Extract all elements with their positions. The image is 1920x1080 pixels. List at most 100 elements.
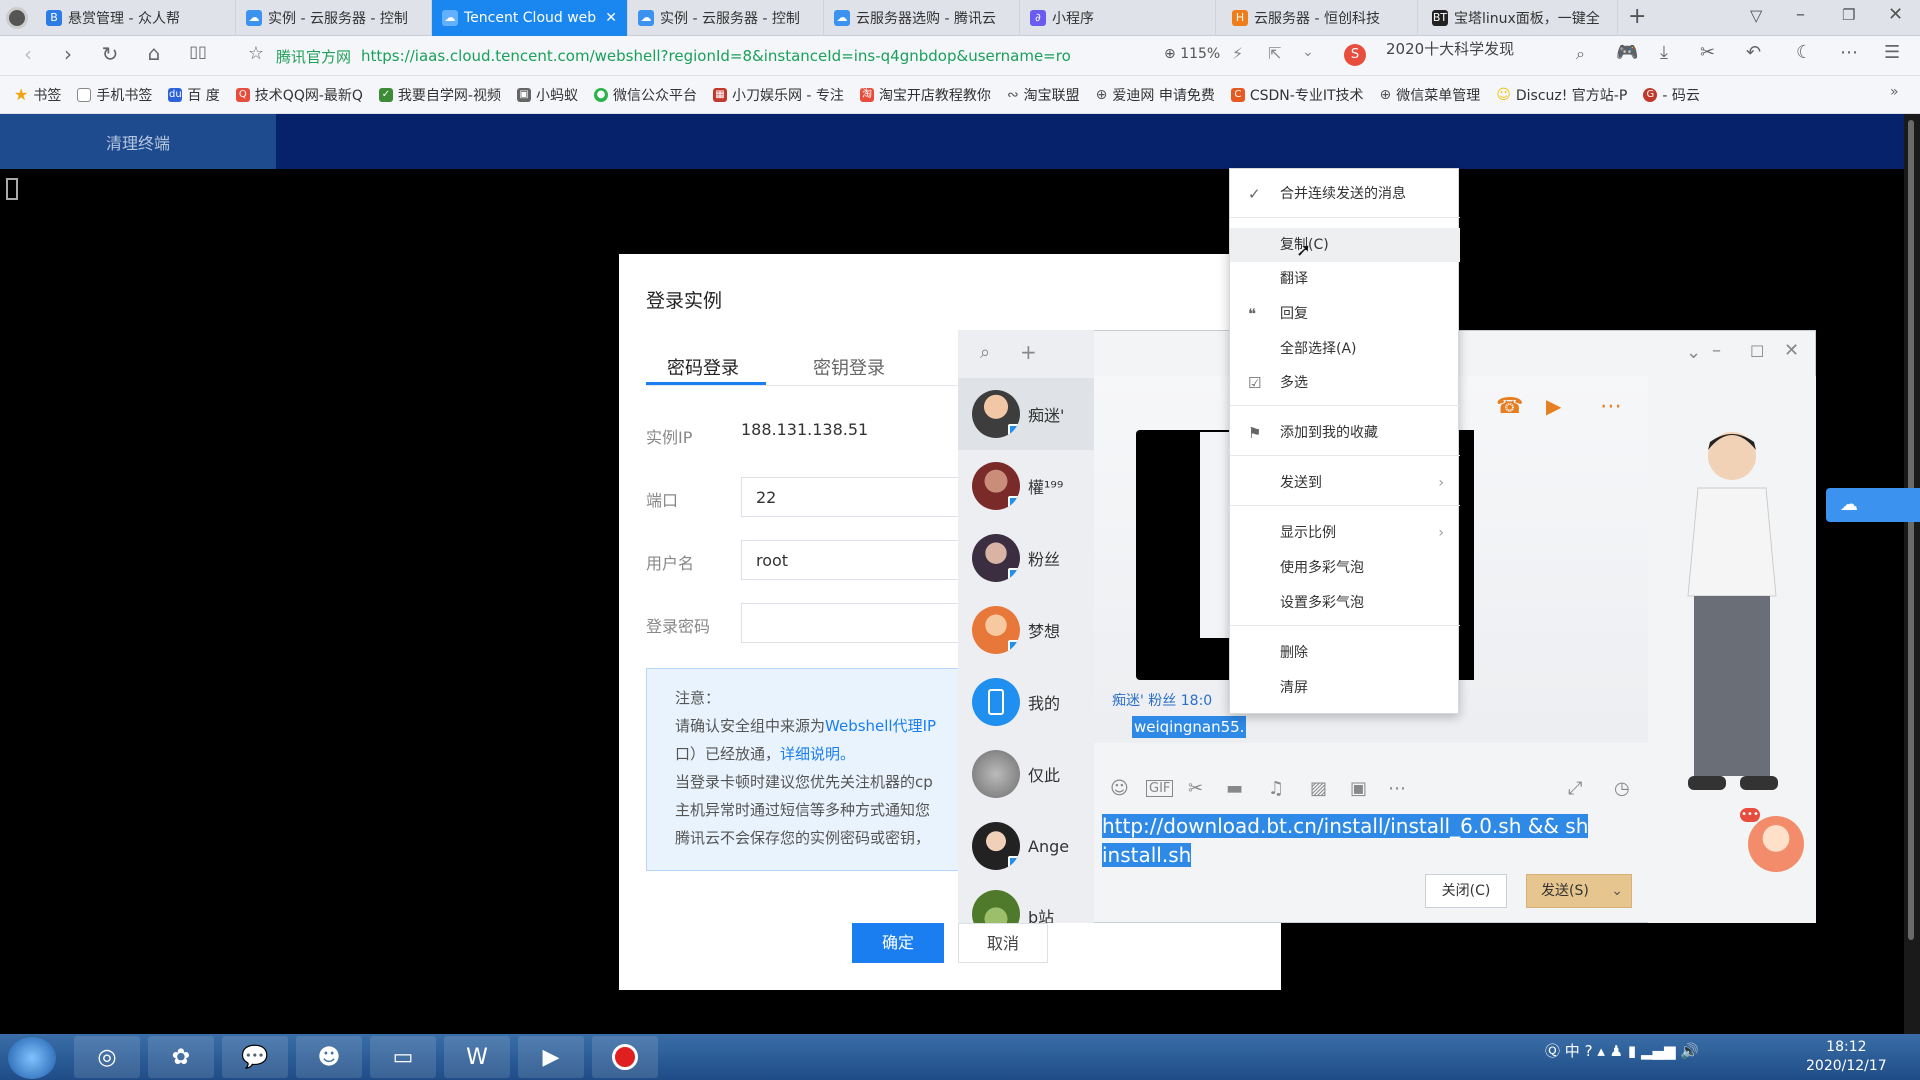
close-chat-button[interactable]: 关闭(C)	[1425, 874, 1507, 908]
tab-cvm-buy[interactable]: ☁ 云服务器选购 - 腾讯云	[824, 0, 1020, 36]
bookmark-item[interactable]: du 百 度	[168, 85, 220, 105]
sticker-icon[interactable]	[1748, 816, 1804, 872]
menu-send-to[interactable]: 发送到 ›	[1230, 466, 1460, 500]
bookmark-item[interactable]: C CSDN-专业IT技术	[1230, 85, 1364, 105]
menu-reply[interactable]: ❝ 回复	[1230, 297, 1460, 331]
volume-icon[interactable]: 🔊	[1680, 1042, 1699, 1060]
contact-item[interactable]: Ange	[958, 810, 1094, 882]
search-hint[interactable]: 2020十大科学发现	[1386, 38, 1514, 59]
tab-bt[interactable]: BT 宝塔linux面板，一键全	[1422, 0, 1618, 36]
start-button[interactable]	[8, 1037, 56, 1079]
selected-message-text[interactable]: weiqingnan55.	[1132, 716, 1247, 738]
menu-select-all[interactable]: 全部选择(A)	[1230, 332, 1460, 366]
taskbar-cloud-icon[interactable]: ✿	[148, 1036, 214, 1078]
contact-item[interactable]: 權¹⁹⁹	[958, 450, 1094, 522]
picture-icon[interactable]: ▨	[1310, 778, 1327, 799]
folder-icon[interactable]: ▬	[1226, 778, 1243, 799]
game-icon[interactable]: 🎮	[1616, 42, 1638, 63]
cancel-button[interactable]: 取消	[958, 923, 1048, 963]
history-icon[interactable]: ◷	[1614, 778, 1630, 799]
zoom-level[interactable]: ⊕ 115%	[1164, 46, 1220, 62]
clear-terminal-button[interactable]: 清理终端	[0, 114, 276, 169]
undo-icon[interactable]: ↶	[1746, 42, 1761, 63]
menu-multiselect[interactable]: ☑ 多选	[1230, 366, 1460, 400]
ime-indicator[interactable]: 中	[1565, 1042, 1580, 1060]
taskbar-browser-icon[interactable]: ◎	[74, 1036, 140, 1078]
maximize-icon[interactable]: ☐	[1750, 342, 1764, 361]
share-icon[interactable]: ⇱	[1268, 44, 1281, 63]
bookmark-item[interactable]: ▦ 小刀娱乐网 - 专注	[712, 85, 844, 105]
download-icon[interactable]: ⤓	[1660, 42, 1668, 63]
menu-merge-messages[interactable]: ✓ 合并连续发送的消息	[1230, 177, 1460, 211]
tab-zrb[interactable]: B 悬赏管理 - 众人帮	[36, 0, 236, 36]
chevron-down-icon[interactable]: ⌄	[1611, 875, 1623, 907]
scissors-icon[interactable]: ✂	[1188, 778, 1203, 799]
help-icon[interactable]: ?	[1585, 1042, 1593, 1060]
bookmark-item[interactable]: ▣ 小蚂蚁	[516, 85, 578, 105]
close-window-icon[interactable]: ✕	[1888, 4, 1903, 25]
restore-icon[interactable]: ❐	[1842, 6, 1855, 24]
new-tab-icon[interactable]: +	[1628, 4, 1646, 29]
network-icon[interactable]: ▮	[1628, 1042, 1636, 1060]
screen-icon[interactable]: ▣	[1350, 778, 1367, 799]
gif-icon[interactable]: GIF	[1146, 780, 1174, 797]
star-icon[interactable]: ☆	[238, 43, 274, 64]
browser-logo-icon[interactable]	[6, 7, 28, 29]
menu-copy[interactable]: 复制(C)	[1230, 228, 1460, 262]
tencent-cloud-badge[interactable]: ☁	[1826, 488, 1920, 522]
chevron-down-icon[interactable]: ⌄	[1686, 342, 1701, 363]
tab-password-login[interactable]: 密码登录	[667, 354, 739, 380]
username-field[interactable]: root	[741, 540, 981, 580]
qq-tray-icon[interactable]: Ⓠ	[1545, 1042, 1560, 1060]
bookmark-item[interactable]: ★ 书签	[14, 85, 61, 105]
emoji-icon[interactable]: ☺	[1110, 778, 1129, 799]
flash-icon[interactable]: ⚡	[1232, 44, 1243, 63]
reader-icon[interactable]: ▯▯	[180, 42, 216, 61]
menu-display-scale[interactable]: 显示比例 ›	[1230, 516, 1460, 550]
tray-arrow-icon[interactable]: ▴	[1597, 1042, 1605, 1060]
home-icon[interactable]: ⌂	[136, 41, 172, 65]
expand-icon[interactable]: ⤢	[1568, 778, 1582, 799]
menu-delete[interactable]: 删除	[1230, 636, 1460, 670]
contact-item[interactable]: 痴迷'	[958, 378, 1094, 450]
menu-clear-screen[interactable]: 清屏	[1230, 671, 1460, 705]
gift-icon[interactable]: ▽	[1750, 6, 1762, 25]
tab-key-login[interactable]: 密钥登录	[813, 354, 885, 380]
contact-item[interactable]: 粉丝	[958, 522, 1094, 594]
scissors-icon[interactable]: ✂	[1700, 42, 1715, 63]
bookmark-item[interactable]: 手机书签	[77, 85, 152, 105]
send-button[interactable]: 发送(S) ⌄	[1526, 874, 1632, 908]
voice-call-icon[interactable]: ☎	[1496, 394, 1523, 419]
bookmark-item[interactable]: ⊕ 爱迪网 申请免费	[1096, 85, 1215, 105]
search-engine-icon[interactable]: S	[1344, 44, 1366, 66]
bookmark-item[interactable]: G - 码云	[1643, 85, 1700, 105]
taskbar-wechat-icon[interactable]: 💬	[222, 1036, 288, 1078]
more-icon[interactable]: ⋯	[1840, 42, 1858, 63]
taskbar-qq-icon[interactable]: ☻	[296, 1036, 362, 1078]
bookmark-item[interactable]: ∾ 淘宝联盟	[1007, 85, 1080, 105]
details-link[interactable]: 详细说明。	[780, 745, 855, 763]
search-icon[interactable]: ⌕	[980, 342, 990, 363]
back-icon[interactable]: ‹	[10, 42, 46, 66]
bookmark-item[interactable]: ⊕ 微信菜单管理	[1380, 85, 1481, 105]
menu-icon[interactable]: ☰	[1884, 42, 1900, 63]
clock[interactable]: 18:12 2020/12/17	[1806, 1038, 1887, 1076]
menu-translate[interactable]: 翻译	[1230, 262, 1460, 296]
port-field[interactable]: 22	[741, 477, 981, 517]
webshell-ip-link[interactable]: Webshell代理IP	[825, 717, 936, 735]
menu-use-color-bubble[interactable]: 使用多彩气泡	[1230, 551, 1460, 585]
taskbar-folder-icon[interactable]: ▭	[370, 1036, 436, 1078]
tab-cvm-2[interactable]: ☁ 实例 - 云服务器 - 控制	[628, 0, 824, 36]
compose-input[interactable]: http://download.bt.cn/install/install_6.…	[1102, 812, 1622, 876]
search-icon[interactable]: ⌕	[1576, 44, 1585, 64]
chevron-down-icon[interactable]: ⌄	[1302, 44, 1314, 60]
close-tab-icon[interactable]: ✕	[605, 10, 617, 26]
address-field[interactable]: 腾讯官方网 https://iaas.cloud.tencent.com/web…	[270, 41, 1180, 71]
password-field[interactable]	[741, 603, 981, 643]
bookmark-item[interactable]: ✓ 我要自学网-视频	[378, 85, 501, 105]
reload-icon[interactable]: ↻	[92, 42, 128, 66]
more-bookmarks-icon[interactable]: »	[1890, 84, 1899, 100]
more-icon[interactable]: ⋯	[1600, 394, 1622, 419]
forward-icon[interactable]: ›	[50, 42, 86, 66]
contact-item[interactable]: b站	[958, 882, 1094, 923]
